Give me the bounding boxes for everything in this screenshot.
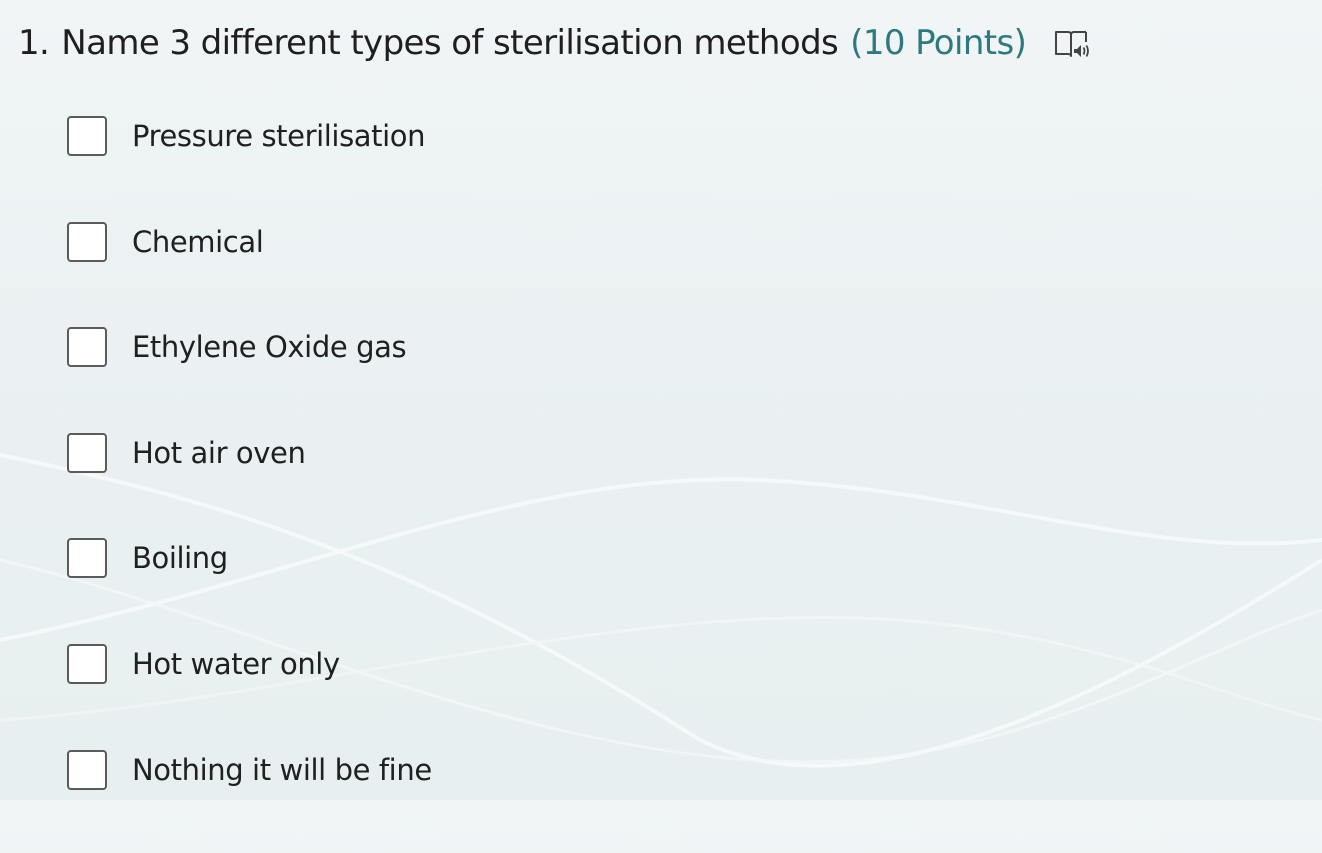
immersive-reader-icon[interactable] [1052,23,1092,63]
question-points: (10 Points) [850,23,1027,63]
checkbox[interactable] [67,749,107,790]
option-hot-air-oven[interactable]: Hot air oven [67,431,432,475]
checkbox[interactable] [67,643,107,684]
option-label: Hot air oven [132,435,306,470]
checkbox[interactable] [67,432,107,473]
option-ethylene-oxide-gas[interactable]: Ethylene Oxide gas [67,325,432,369]
checkbox[interactable] [67,116,107,156]
checkbox[interactable] [67,327,107,368]
option-label: Hot water only [132,646,340,681]
option-label: Nothing it will be fine [132,752,432,787]
checkbox[interactable] [67,221,107,262]
option-boiling[interactable]: Boiling [67,536,432,580]
question-header: 1. Name 3 different types of sterilisati… [18,20,1092,66]
book-speaker-icon [1055,31,1090,57]
option-chemical[interactable]: Chemical [67,220,432,264]
option-label: Ethylene Oxide gas [132,330,407,365]
option-hot-water-only[interactable]: Hot water only [67,642,432,686]
question-number: 1. [18,23,50,63]
option-pressure-sterilisation[interactable]: Pressure sterilisation [67,114,432,158]
option-label: Pressure sterilisation [132,119,426,153]
options-list: Pressure sterilisation Chemical Ethylene… [67,114,432,853]
option-label: Chemical [132,224,264,259]
question-title: Name 3 different types of sterilisation … [61,23,839,63]
option-label: Boiling [132,541,228,576]
checkbox[interactable] [67,538,107,579]
option-nothing-it-will-be-fine[interactable]: Nothing it will be fine [67,748,432,792]
question-card: 1. Name 3 different types of sterilisati… [0,0,1322,800]
